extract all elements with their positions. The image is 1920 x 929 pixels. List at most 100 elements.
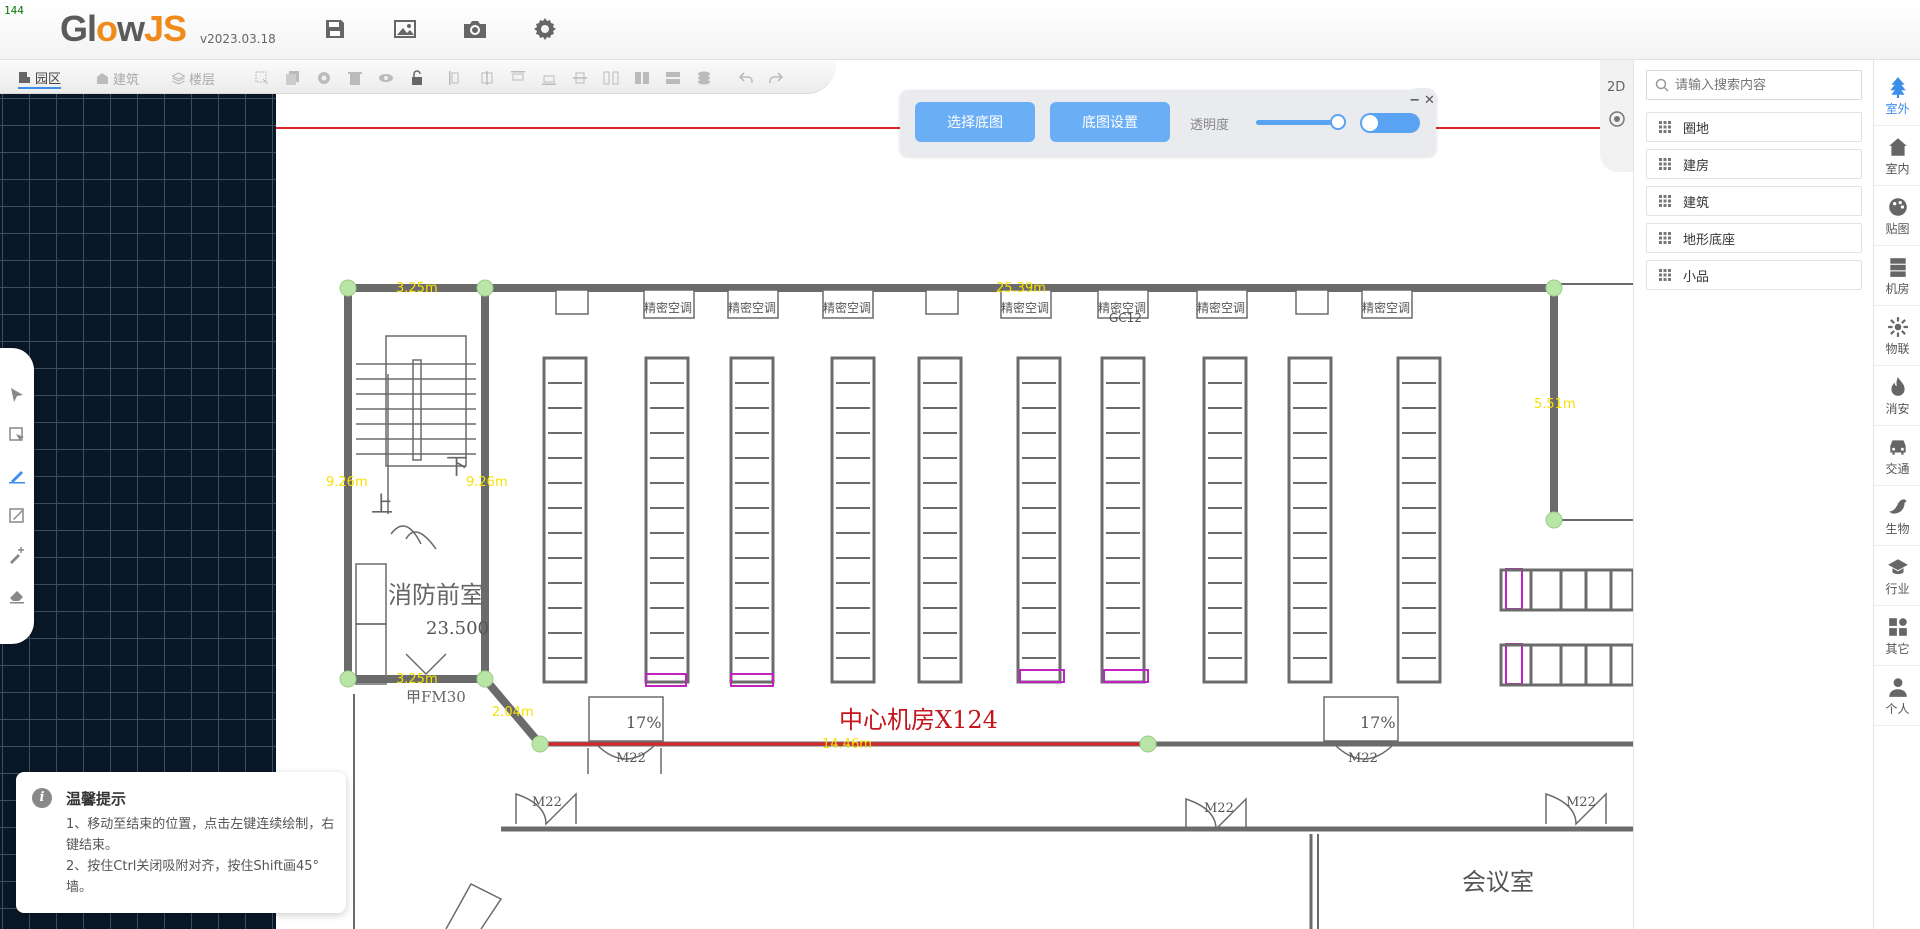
camera-icon[interactable] (460, 14, 490, 44)
door-m22-2: M22 (1348, 751, 1378, 766)
layers-icon[interactable] (696, 70, 712, 86)
floorplan-settings-button[interactable]: 底图设置 (1050, 102, 1170, 142)
box-select-icon[interactable] (6, 424, 28, 446)
tab-building[interactable]: 建筑 (96, 67, 139, 89)
category-iot[interactable]: 物联 (1874, 308, 1920, 366)
meeting-room-label: 会议室 (1462, 868, 1534, 896)
view-mode-strip: 2D (1600, 60, 1634, 172)
align-middle-icon[interactable] (572, 70, 588, 86)
category-fire[interactable]: 消安 (1874, 368, 1920, 426)
add-point-icon[interactable] (6, 544, 28, 566)
server-rack (1396, 356, 1442, 684)
save-icon[interactable] (320, 14, 350, 44)
category-label: 交通 (1885, 462, 1910, 476)
view-2d-toggle[interactable]: 2D (1607, 80, 1625, 95)
category-label: 生物 (1885, 522, 1910, 536)
ac-code-label: GC12 (1109, 311, 1142, 325)
edit-toolbar: 园区 建筑 楼层 (0, 61, 836, 94)
server-rack (1287, 356, 1333, 684)
server-rack (1100, 356, 1146, 684)
server-rack (830, 356, 876, 684)
app-logo: GlowJS (60, 8, 187, 49)
eye-icon[interactable] (378, 70, 394, 86)
library-item-label: 地形底座 (1683, 232, 1736, 248)
server-rack (1016, 356, 1062, 684)
floorplan-toggle[interactable] (1360, 113, 1420, 133)
undo-icon[interactable] (738, 70, 754, 86)
align-bottom-icon[interactable] (541, 70, 557, 86)
tips-box: i 温馨提示 1、移动至结束的位置，点击左键连续绘制，右键结束。 2、按住Ctr… (16, 772, 346, 913)
delete-icon[interactable] (347, 70, 363, 86)
ac-label-2: 精密空调 (728, 300, 776, 315)
category-label: 个人 (1885, 702, 1910, 716)
copy-icon[interactable] (285, 70, 301, 86)
door-m22-1: M22 (616, 751, 646, 766)
image-icon[interactable] (390, 14, 420, 44)
gear-small-icon[interactable] (316, 70, 332, 86)
dim-label-8: 14.46m (822, 737, 872, 752)
category-label: 消安 (1885, 402, 1910, 416)
minimize-icon[interactable]: − (1409, 93, 1420, 108)
rows-icon[interactable] (665, 70, 681, 86)
tab-floor[interactable]: 楼层 (172, 67, 215, 89)
fire-level-label: 23.500 (426, 618, 489, 639)
library-item[interactable]: 小品 (1646, 260, 1862, 290)
library-item[interactable]: 建筑 (1646, 186, 1862, 216)
opacity-label: 透明度 (1190, 118, 1230, 133)
info-icon: i (32, 788, 52, 808)
draw-wall-icon[interactable] (6, 464, 28, 486)
eraser-icon[interactable] (6, 584, 28, 606)
category-car[interactable]: 交通 (1874, 428, 1920, 486)
door-m22-5: M22 (1566, 795, 1596, 810)
tips-line-2: 2、按住Ctrl关闭吸附对齐，按住Shift画45°墙。 (66, 859, 319, 895)
category-tree[interactable]: 室外 (1874, 68, 1920, 126)
library-item[interactable]: 地形底座 (1646, 223, 1862, 253)
pointer-icon[interactable] (6, 384, 28, 406)
graduation-icon (1887, 559, 1908, 575)
dim-label-2: 25.39m (996, 281, 1046, 296)
settings-icon[interactable] (530, 14, 560, 44)
category-palette[interactable]: 贴图 (1874, 188, 1920, 246)
locate-icon[interactable] (1608, 110, 1626, 128)
align-top-icon[interactable] (510, 70, 526, 86)
category-bird[interactable]: 生物 (1874, 488, 1920, 546)
dim-label-4: 9.26m (466, 475, 508, 490)
down-label: 下 (446, 455, 468, 480)
category-graduation[interactable]: 行业 (1874, 548, 1920, 606)
lock-icon[interactable] (409, 70, 425, 86)
app-version: v2023.03.18 (200, 32, 276, 46)
align-left-icon[interactable] (448, 70, 464, 86)
edit-area-icon[interactable] (6, 504, 28, 526)
close-icon[interactable]: ✕ (1424, 93, 1435, 108)
library-item-label: 建筑 (1683, 195, 1710, 211)
category-label: 其它 (1885, 642, 1910, 656)
slope-label-1: 17% (626, 713, 662, 732)
select-floorplan-button[interactable]: 选择底图 (915, 102, 1035, 142)
opacity-slider-handle[interactable] (1330, 114, 1346, 130)
category-home[interactable]: 室内 (1874, 128, 1920, 186)
category-apps[interactable]: 其它 (1874, 608, 1920, 666)
server-racks (542, 356, 1442, 684)
library-item[interactable]: 建房 (1646, 149, 1862, 179)
grid-icon (1659, 121, 1671, 133)
tab-park[interactable]: 园区 (18, 67, 62, 89)
app-header: 144 GlowJS v2023.03.18 (0, 0, 1920, 60)
tips-title: 温馨提示 (66, 790, 127, 808)
door-m22-4: M22 (1204, 801, 1234, 816)
drawing-canvas[interactable]: 上 下 消防前室 23.500 甲FM30 精密空调 精密空调 精密空调 精密空… (276, 94, 1633, 929)
library-item[interactable]: 圈地 (1646, 112, 1862, 142)
center-room-label: 中心机房X124 (839, 706, 998, 734)
server-rack (729, 356, 775, 684)
columns-icon[interactable] (634, 70, 650, 86)
search-input[interactable] (1675, 77, 1855, 93)
category-user[interactable]: 个人 (1874, 668, 1920, 726)
select-box-icon[interactable] (254, 70, 270, 86)
distribute-h-icon[interactable] (603, 70, 619, 86)
category-server[interactable]: 机房 (1874, 248, 1920, 306)
ac-label-1: 精密空调 (644, 300, 692, 315)
tab-floor-label: 楼层 (189, 72, 216, 88)
align-center-icon[interactable] (479, 70, 495, 86)
floorplan-panel: 选择底图 底图设置 透明度 − ✕ (900, 88, 1438, 156)
redo-icon[interactable] (768, 70, 784, 86)
tips-line-1: 1、移动至结束的位置，点击左键连续绘制，右键结束。 (66, 817, 335, 853)
